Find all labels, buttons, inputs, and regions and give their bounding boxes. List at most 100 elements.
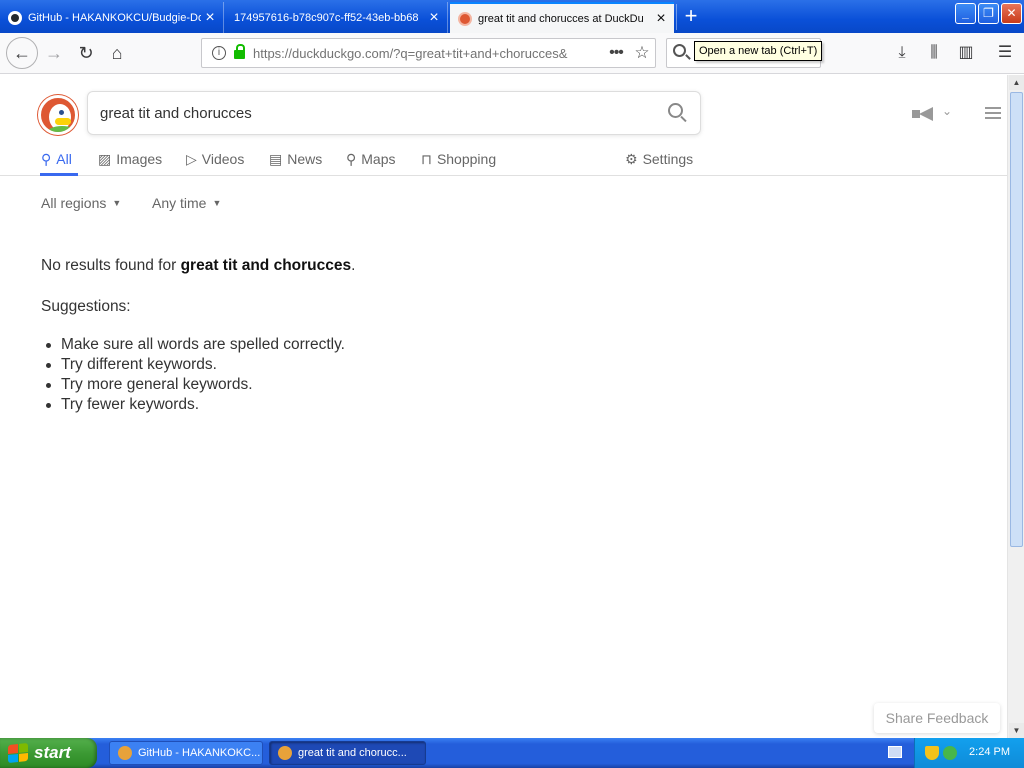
browser-tab-bar: GitHub - HAKANKOKCU/Budgie-Do × 17495761… — [0, 0, 1024, 33]
caret-down-icon: ▼ — [112, 198, 122, 208]
images-icon: ▨ — [98, 150, 112, 167]
tab-label: Maps — [361, 151, 396, 167]
search-tabs: ⚲ All ▨ Images ▷ Videos ▤ News ⚲ Maps ⊓ … — [0, 141, 1007, 176]
tab-label: 174957616-b78c907c-ff52-43eb-bb68 — [234, 11, 419, 24]
start-button[interactable]: start — [0, 738, 97, 768]
browser-tab-duckduckgo[interactable]: great tit and chorucces at DuckDu × — [450, 2, 674, 33]
taskbar-item-label: GitHub - HAKANKOKC... — [138, 747, 261, 759]
tab-shopping[interactable]: ⊓ Shopping — [421, 149, 496, 169]
url-bar[interactable]: i https://duckduckgo.com/?q=great+tit+an… — [201, 38, 656, 68]
home-icon: ⌂ — [111, 43, 123, 63]
tab-maps[interactable]: ⚲ Maps — [346, 149, 396, 169]
tab-label: Videos — [201, 151, 245, 167]
tab-images[interactable]: ▨ Images — [98, 149, 162, 169]
news-icon: ▤ — [269, 150, 283, 167]
menu-icon[interactable]: ☰ — [995, 43, 1015, 63]
firefox-icon — [118, 746, 132, 760]
bookmark-star-icon[interactable]: ☆ — [629, 43, 655, 63]
list-item: Try different keywords. — [41, 355, 345, 375]
suggestion-list: Make sure all words are spelled correctl… — [41, 335, 345, 415]
tab-news[interactable]: ▤ News — [269, 149, 322, 169]
search-button[interactable] — [668, 103, 688, 123]
region-filter-dropdown[interactable]: All regions ▼ — [41, 195, 121, 211]
search-box — [87, 91, 701, 135]
taskbar-item-label: great tit and chorucc... — [298, 747, 407, 759]
tab-label: GitHub - HAKANKOKCU/Budgie-Do — [28, 11, 201, 24]
windows-logo-icon — [8, 742, 28, 764]
no-results-query: great tit and chorucces — [180, 257, 352, 274]
tab-close-icon[interactable]: × — [425, 9, 443, 27]
megaphone-icon[interactable] — [912, 107, 938, 121]
no-results-suffix: . — [351, 257, 356, 274]
new-tab-button[interactable]: + — [676, 4, 705, 30]
list-item: Try more general keywords. — [41, 375, 345, 395]
list-item: Try fewer keywords. — [41, 395, 345, 415]
vertical-scrollbar[interactable]: ▲ ▼ — [1007, 75, 1024, 738]
system-tray: 2:24 PM — [914, 738, 1024, 768]
tab-label: Shopping — [436, 151, 497, 167]
tab-label: great tit and chorucces at DuckDu — [478, 12, 644, 25]
scroll-thumb[interactable] — [1010, 92, 1023, 547]
search-icon: ⚲ — [41, 150, 52, 167]
taskbar: start GitHub - HAKANKOKC... great tit an… — [0, 738, 1024, 768]
browser-tab-github[interactable]: GitHub - HAKANKOKCU/Budgie-Do × — [0, 2, 224, 33]
restore-button[interactable]: ❐ — [978, 3, 999, 24]
downloads-icon[interactable]: ⤓ — [892, 43, 912, 63]
site-info-icon[interactable]: i — [212, 46, 226, 60]
tab-label: Settings — [642, 151, 694, 167]
home-button[interactable]: ⌂ — [103, 39, 131, 67]
no-results-message: No results found for great tit and choru… — [41, 257, 355, 275]
new-tab-tooltip: Open a new tab (Ctrl+T) — [694, 41, 823, 61]
hamburger-menu-icon[interactable] — [985, 107, 1001, 120]
browser-nav-bar: ← → ↻ ⌂ i https://duckduckgo.com/?q=grea… — [0, 33, 1024, 74]
videos-icon: ▷ — [186, 150, 197, 167]
forward-arrow-icon: → — [45, 43, 63, 63]
tab-label: All — [56, 151, 72, 167]
security-shield-icon[interactable] — [925, 746, 939, 760]
tab-label: News — [287, 151, 323, 167]
caret-down-icon: ▼ — [212, 198, 222, 208]
duckduckgo-favicon-icon — [458, 11, 472, 26]
tab-label: Images — [116, 151, 163, 167]
clock[interactable]: 2:24 PM — [969, 746, 1010, 758]
page-actions-icon[interactable]: ••• — [603, 44, 629, 62]
duckduckgo-logo[interactable] — [38, 95, 78, 135]
scroll-down-icon[interactable]: ▼ — [1009, 723, 1024, 738]
lock-icon[interactable] — [234, 44, 245, 59]
scroll-up-icon[interactable]: ▲ — [1009, 75, 1024, 90]
reload-button[interactable]: ↻ — [72, 39, 100, 67]
taskbar-item-duckduckgo[interactable]: great tit and chorucc... — [269, 741, 426, 765]
back-arrow-icon: ← — [13, 43, 31, 63]
share-feedback-button[interactable]: Share Feedback — [874, 703, 1000, 733]
tab-close-icon[interactable]: × — [652, 10, 670, 28]
no-results-prefix: No results found for — [41, 257, 181, 274]
time-filter-dropdown[interactable]: Any time ▼ — [152, 195, 221, 211]
tab-settings[interactable]: ⚙ Settings — [625, 149, 693, 169]
sidebar-icon[interactable]: ▥ — [956, 43, 976, 63]
search-input[interactable] — [100, 102, 640, 124]
settings-sliders-icon: ⚙ — [625, 150, 638, 167]
chevron-down-icon[interactable]: ⌄ — [942, 104, 952, 118]
page-content: ⌄ ⚲ All ▨ Images ▷ Videos ▤ News ⚲ Maps … — [0, 75, 1007, 738]
list-item: Make sure all words are spelled correctl… — [41, 335, 345, 355]
forward-button[interactable]: → — [40, 39, 68, 67]
tab-close-icon[interactable]: × — [201, 9, 219, 27]
library-icon[interactable]: ⫼ — [924, 43, 944, 63]
browser-tab-image[interactable]: 174957616-b78c907c-ff52-43eb-bb68 × — [226, 2, 448, 33]
url-text[interactable]: https://duckduckgo.com/?q=great+tit+and+… — [253, 46, 603, 61]
shopping-bag-icon: ⊓ — [421, 150, 432, 167]
search-icon — [673, 44, 686, 57]
close-window-button[interactable]: ✕ — [1001, 3, 1022, 24]
minimize-button[interactable]: _ — [955, 3, 976, 24]
keyboard-icon[interactable] — [888, 746, 902, 758]
tab-videos[interactable]: ▷ Videos — [186, 149, 244, 169]
region-filter-label: All regions — [41, 195, 107, 211]
active-tab-indicator — [40, 173, 78, 176]
taskbar-item-github[interactable]: GitHub - HAKANKOKC... — [109, 741, 263, 765]
network-icon[interactable] — [943, 746, 957, 760]
map-pin-icon: ⚲ — [346, 150, 357, 167]
suggestions-title: Suggestions: — [41, 298, 131, 315]
back-button[interactable]: ← — [6, 37, 38, 69]
tab-all[interactable]: ⚲ All — [41, 149, 72, 169]
start-label: start — [34, 743, 71, 762]
